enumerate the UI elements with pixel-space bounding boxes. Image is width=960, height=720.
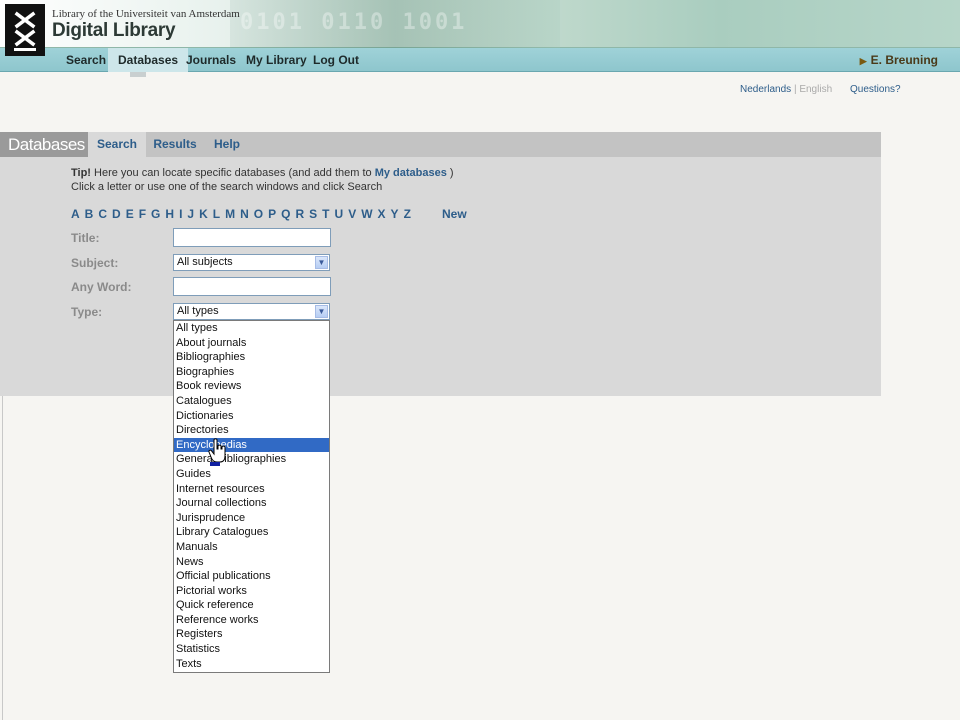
letter-link-z[interactable]: Z <box>404 207 411 221</box>
any-word-label: Any Word: <box>71 280 132 294</box>
subject-label: Subject: <box>71 256 119 270</box>
type-option[interactable]: Statistics <box>174 642 329 657</box>
subject-select-value: All subjects <box>177 256 233 268</box>
type-option[interactable]: Registers <box>174 627 329 642</box>
letter-link-i[interactable]: I <box>179 207 182 221</box>
chevron-down-icon[interactable]: ▼ <box>315 256 328 269</box>
type-option[interactable]: Internet resources <box>174 482 329 497</box>
type-option[interactable]: Biographies <box>174 365 329 380</box>
tip-text-1-end: ) <box>446 167 454 179</box>
letter-link-k[interactable]: K <box>199 207 208 221</box>
letter-link-d[interactable]: D <box>112 207 121 221</box>
letter-link-q[interactable]: Q <box>281 207 290 221</box>
type-option[interactable]: Book reviews <box>174 379 329 394</box>
letter-link-f[interactable]: F <box>139 207 146 221</box>
letter-link-y[interactable]: Y <box>391 207 399 221</box>
type-option[interactable]: Dictionaries <box>174 409 329 424</box>
type-dropdown-list[interactable]: All types About journals Bibliographies Bio… <box>173 320 330 673</box>
type-option[interactable]: Catalogues <box>174 394 329 409</box>
type-option[interactable]: Manuals <box>174 540 329 555</box>
letter-link-h[interactable]: H <box>165 207 174 221</box>
letter-link-s[interactable]: S <box>309 207 317 221</box>
nav-my-library[interactable]: My Library <box>246 48 307 72</box>
tip-text-1: Here you can locate specific databases (… <box>90 167 375 179</box>
type-option[interactable]: Journal collections <box>174 496 329 511</box>
letter-link-p[interactable]: P <box>268 207 276 221</box>
type-option[interactable]: Reference works <box>174 613 329 628</box>
tab-results[interactable]: Results <box>146 132 204 157</box>
letter-link-l[interactable]: L <box>213 207 220 221</box>
questions-area: Questions? <box>850 84 901 95</box>
section-title: Databases <box>0 132 88 157</box>
user-name: E. Breuning <box>870 53 938 67</box>
type-option[interactable]: Encyclopedias <box>174 437 329 453</box>
nav-databases[interactable]: Databases <box>108 48 189 72</box>
site-header: 0101 0110 1001 Library of the Universite… <box>0 0 960 48</box>
letter-link-m[interactable]: M <box>225 207 235 221</box>
tip-text-2: Click a letter or use one of the search … <box>71 181 383 193</box>
letter-link-e[interactable]: E <box>126 207 134 221</box>
letter-link-v[interactable]: V <box>348 207 356 221</box>
letter-link-t[interactable]: T <box>322 207 329 221</box>
tab-search[interactable]: Search <box>88 132 146 157</box>
subject-select[interactable]: All subjects ▼ <box>173 254 330 271</box>
letter-link-a[interactable]: A <box>71 207 80 221</box>
tip-text: Tip! Here you can locate specific databa… <box>71 166 454 194</box>
type-select-value: All types <box>177 305 219 317</box>
my-databases-link[interactable]: My databases <box>375 167 447 179</box>
library-name: Library of the Universiteit van Amsterda… <box>52 8 240 20</box>
letter-link-o[interactable]: O <box>254 207 263 221</box>
type-option[interactable]: News <box>174 555 329 570</box>
type-option[interactable]: About journals <box>174 336 329 351</box>
hand-cursor-icon <box>208 438 226 466</box>
letter-link-g[interactable]: G <box>151 207 160 221</box>
letter-link-j[interactable]: J <box>187 207 194 221</box>
active-nav-marker <box>130 72 146 77</box>
letter-link-w[interactable]: W <box>361 207 372 221</box>
language-switch: Nederlands | English <box>740 84 832 95</box>
type-option[interactable]: Library Catalogues <box>174 525 329 540</box>
letter-link-r[interactable]: R <box>295 207 304 221</box>
type-option[interactable]: General bibliographies <box>174 452 329 467</box>
letter-link-u[interactable]: U <box>335 207 344 221</box>
any-word-input[interactable] <box>173 277 331 296</box>
type-option[interactable]: Pictorial works <box>174 584 329 599</box>
chevron-down-icon[interactable]: ▼ <box>315 305 328 318</box>
letter-link-n[interactable]: N <box>240 207 249 221</box>
lang-english-link[interactable]: English <box>799 84 832 95</box>
type-option[interactable]: Bibliographies <box>174 350 329 365</box>
header-binary-decoration: 0101 0110 1001 <box>240 10 468 35</box>
tab-help[interactable]: Help <box>204 132 250 157</box>
nav-log-out[interactable]: Log Out <box>313 48 359 72</box>
main-nav: Search Databases Journals My Library Log… <box>0 48 960 72</box>
type-option[interactable]: Official publications <box>174 569 329 584</box>
type-option[interactable]: All types <box>174 321 329 336</box>
letter-link-b[interactable]: B <box>85 207 94 221</box>
type-option[interactable]: Quick reference <box>174 598 329 613</box>
nav-journals[interactable]: Journals <box>186 48 236 72</box>
type-option[interactable]: Texts <box>174 657 329 672</box>
type-option[interactable]: Guides <box>174 467 329 482</box>
type-option[interactable]: Directories <box>174 423 329 438</box>
alphabet-index: ABCDEFGHIJKLMNOPQRSTUVWXYZ <box>71 207 416 221</box>
type-label: Type: <box>71 305 103 319</box>
letter-link-c[interactable]: C <box>98 207 107 221</box>
page-edge-line <box>2 396 3 720</box>
type-select[interactable]: All types ▼ <box>173 303 330 320</box>
uva-logo-icon[interactable] <box>5 4 45 56</box>
nav-search[interactable]: Search <box>66 48 106 72</box>
title-label: Title: <box>71 231 100 245</box>
title-input[interactable] <box>173 228 331 247</box>
user-link[interactable]: ▶ E. Breuning <box>860 48 938 73</box>
lang-separator: | <box>793 84 797 95</box>
type-option[interactable]: Jurisprudence <box>174 511 329 526</box>
site-title: Digital Library <box>52 20 176 41</box>
lang-nederlands-link[interactable]: Nederlands <box>740 84 791 95</box>
new-databases-link[interactable]: New <box>442 207 467 221</box>
arrow-right-icon: ▶ <box>859 56 867 66</box>
letter-link-x[interactable]: X <box>378 207 386 221</box>
tip-prefix: Tip! <box>71 167 91 179</box>
questions-link[interactable]: Questions? <box>850 84 901 95</box>
